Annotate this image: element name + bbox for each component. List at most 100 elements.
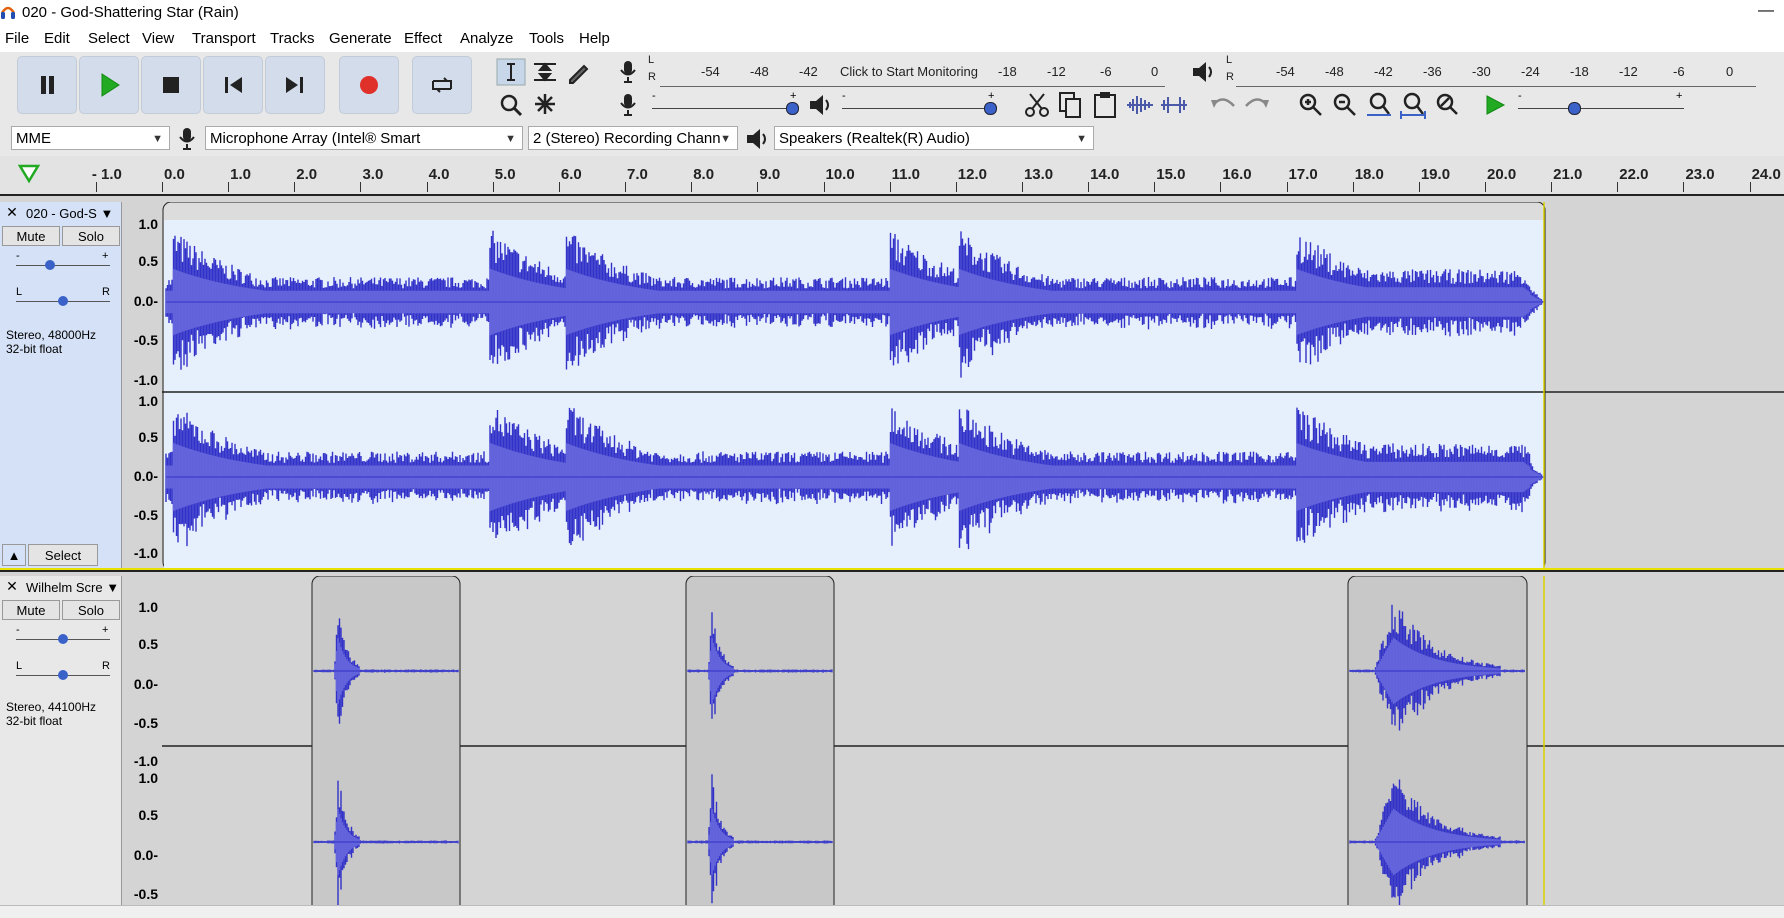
track-control-panel[interactable]: ✕ Wilhelm Scre ▼ Mute Solo - + L R Stere…	[0, 576, 122, 917]
draw-tool-icon[interactable]	[564, 58, 594, 86]
menu-generate[interactable]: Generate	[329, 30, 392, 47]
mute-button[interactable]: Mute	[2, 226, 60, 246]
play-head-marker-icon[interactable]	[18, 164, 40, 184]
vertical-scale[interactable]: 1.0 0.5 0.0- -0.5 -1.0	[122, 393, 162, 561]
playback-device-select[interactable]: Speakers (Realtek(R) Audio) ▼	[774, 126, 1094, 150]
vertical-scale[interactable]: 1.0 0.5 0.0- -0.5 -1.0	[122, 599, 162, 769]
menu-view[interactable]: View	[142, 30, 174, 47]
solo-button[interactable]: Solo	[62, 226, 120, 246]
silence-audio-icon[interactable]	[1158, 90, 1190, 120]
minimize-button[interactable]: —	[1758, 2, 1774, 20]
menu-effect[interactable]: Effect	[404, 30, 442, 47]
playback-meter-icon[interactable]	[1189, 58, 1217, 86]
ruler-label: 10.0	[825, 166, 855, 183]
scale-label: -1.0	[133, 372, 158, 388]
slider-min-label: L	[16, 286, 23, 298]
fit-selection-icon[interactable]	[1364, 90, 1394, 120]
menu-edit[interactable]: Edit	[44, 30, 70, 47]
audio-clip[interactable]	[311, 576, 461, 906]
scale-label: 0.0-	[133, 468, 158, 484]
recording-device-value: Microphone Array (Intel® Smart	[210, 130, 421, 147]
skip-to-end-button[interactable]	[265, 56, 325, 114]
timeline-ruler[interactable]: - 1.0 0.0 1.0 2.0 3.0 4.0 5.0 6.0 7.0 8.0 9.0 10.0 1…	[0, 156, 1784, 196]
menu-tools[interactable]: Tools	[529, 30, 564, 47]
ruler-tick	[1088, 182, 1090, 192]
slider-thumb[interactable]	[984, 102, 997, 115]
collapse-track-button[interactable]: ▲	[2, 544, 26, 566]
slider-thumb[interactable]	[786, 102, 799, 115]
play-at-speed-icon[interactable]	[1480, 90, 1510, 120]
track-name-menu[interactable]: Wilhelm Scre ▼	[26, 580, 119, 595]
playback-volume-slider[interactable]: - +	[842, 90, 997, 116]
meter-tick: -18	[1570, 64, 1589, 79]
audio-host-select[interactable]: MME ▼	[11, 126, 170, 150]
solo-button[interactable]: Solo	[62, 600, 120, 620]
vertical-scale[interactable]: 1.0 0.5 0.0- -0.5	[122, 770, 162, 910]
scale-label: 1.0	[138, 216, 158, 232]
slider-thumb[interactable]	[45, 260, 55, 270]
meter-tick: 0	[1151, 64, 1159, 79]
zoom-out-icon[interactable]	[1330, 90, 1360, 120]
recording-channels-select[interactable]: 2 (Stereo) Recording Chann ▼	[528, 126, 738, 150]
record-icon	[360, 76, 378, 94]
recording-volume-slider[interactable]: - +	[652, 90, 799, 116]
menu-file[interactable]: File	[5, 30, 29, 47]
zoom-in-icon[interactable]	[1296, 90, 1326, 120]
menu-select[interactable]: Select	[88, 30, 130, 47]
menu-transport[interactable]: Transport	[192, 30, 256, 47]
ruler-label: 5.0	[494, 166, 516, 183]
speaker-icon	[747, 129, 766, 149]
slider-min-label: -	[1518, 90, 1522, 102]
menu-analyze[interactable]: Analyze	[460, 30, 513, 47]
skip-to-start-button[interactable]	[203, 56, 263, 114]
menu-tracks[interactable]: Tracks	[270, 30, 314, 47]
mute-button[interactable]: Mute	[2, 600, 60, 620]
pause-button[interactable]	[17, 56, 77, 114]
record-meter-icon[interactable]	[616, 58, 640, 86]
pan-slider[interactable]: L R	[16, 660, 110, 682]
redo-icon[interactable]	[1242, 90, 1272, 120]
menu-help[interactable]: Help	[579, 30, 610, 47]
play-button[interactable]	[79, 56, 139, 114]
scale-label: -0.5	[133, 886, 158, 902]
slider-thumb[interactable]	[58, 634, 68, 644]
playback-meter[interactable]: -54 -48 -42 -36 -30 -24 -18 -12 -6 0	[1236, 60, 1756, 87]
record-button[interactable]	[339, 56, 399, 114]
waveform-track-1[interactable]	[162, 202, 1784, 570]
selection-tool-icon[interactable]	[496, 58, 526, 86]
zoom-tool-icon[interactable]	[496, 90, 526, 118]
play-speed-slider[interactable]: - +	[1518, 90, 1684, 116]
loop-button[interactable]	[412, 56, 472, 114]
select-track-button[interactable]: Select	[28, 544, 98, 566]
slider-thumb[interactable]	[58, 670, 68, 680]
slider-max-label: +	[102, 624, 109, 636]
ruler-tick	[889, 182, 891, 192]
pan-slider[interactable]: L R	[16, 286, 110, 308]
audio-clip[interactable]	[685, 576, 835, 906]
zoom-toggle-icon[interactable]	[1432, 90, 1462, 120]
recording-device-select[interactable]: Microphone Array (Intel® Smart ▼	[205, 126, 523, 150]
vertical-scale[interactable]: 1.0 0.5 0.0- -0.5 -1.0	[122, 216, 162, 388]
paste-icon[interactable]	[1090, 90, 1120, 120]
track-control-panel[interactable]: ✕ 020 - God-S ▼ Mute Solo - + L R Stereo…	[0, 202, 122, 570]
undo-icon[interactable]	[1208, 90, 1238, 120]
stop-icon	[163, 77, 179, 93]
meter-tick: -36	[1423, 64, 1442, 79]
copy-icon[interactable]	[1056, 90, 1086, 120]
close-track-icon[interactable]: ✕	[2, 204, 22, 222]
gain-slider[interactable]: - +	[16, 624, 110, 646]
track-name-menu[interactable]: 020 - God-S ▼	[26, 206, 113, 221]
envelope-tool-icon[interactable]	[530, 58, 560, 86]
slider-thumb[interactable]	[58, 296, 68, 306]
click-to-start-monitoring[interactable]: Click to Start Monitoring	[840, 64, 978, 79]
trim-audio-icon[interactable]	[1124, 90, 1156, 120]
waveform-track-2[interactable]	[162, 576, 1784, 906]
record-meter[interactable]: -54 -48 -42 Click to Start Monitoring -1…	[660, 60, 1165, 87]
slider-thumb[interactable]	[1568, 102, 1581, 115]
fit-project-icon[interactable]	[1398, 90, 1428, 120]
gain-slider[interactable]: - +	[16, 250, 110, 272]
stop-button[interactable]	[141, 56, 201, 114]
close-track-icon[interactable]: ✕	[2, 578, 22, 596]
multi-tool-icon[interactable]	[530, 90, 560, 118]
cut-icon[interactable]	[1022, 90, 1052, 120]
